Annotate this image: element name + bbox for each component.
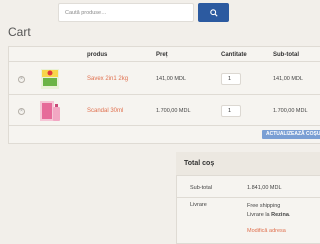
close-icon: ×: [20, 108, 23, 114]
divider: [8, 61, 320, 62]
page-title: Cart: [8, 25, 31, 39]
divider: [8, 125, 320, 126]
shipping-destination-place: Rezina: [271, 212, 289, 218]
product-name-link[interactable]: Scandal 30ml: [87, 108, 123, 114]
shipping-option: Free shipping: [247, 203, 281, 209]
divider: [8, 94, 320, 95]
search-icon: [209, 8, 218, 17]
product-thumbnail[interactable]: [38, 67, 62, 91]
shipping-destination-prefix: Livrare la: [247, 212, 270, 218]
subtotal-label: Sub-total: [190, 185, 213, 191]
header-product: produs: [87, 52, 108, 58]
product-subtotal: 141,00 MDL: [273, 76, 303, 82]
search-input[interactable]: Caută produse…: [58, 3, 194, 22]
search-button[interactable]: [198, 3, 229, 22]
header-subtotal: Sub-total: [273, 52, 299, 58]
product-price: 141,00 MDL: [156, 76, 186, 82]
remove-item-button[interactable]: ×: [18, 108, 25, 115]
shipping-destination: Livrare la Rezina.: [247, 212, 290, 218]
remove-item-button[interactable]: ×: [18, 76, 25, 83]
header-price: Preț: [156, 52, 168, 58]
product-price: 1.700,00 MDL: [156, 108, 191, 114]
header-quantity: Cantitate: [221, 52, 247, 58]
shipping-label: Livrare: [190, 202, 207, 208]
quantity-input[interactable]: 1: [221, 105, 241, 117]
close-icon: ×: [20, 76, 23, 82]
cart-totals-title: Total coș: [184, 160, 215, 167]
change-address-link[interactable]: Modifică adresa: [247, 228, 286, 234]
product-name-link[interactable]: Savex 2in1 2kg: [87, 76, 128, 82]
quantity-input[interactable]: 1: [221, 73, 241, 85]
divider: [176, 197, 320, 198]
update-cart-button[interactable]: ACTUALIZEAZĂ COȘUL: [262, 130, 320, 139]
subtotal-value: 1.841,00 MDL: [247, 185, 282, 191]
product-thumbnail[interactable]: [38, 99, 62, 123]
shipping-destination-suffix: .: [288, 212, 291, 218]
product-subtotal: 1.700,00 MDL: [273, 108, 308, 114]
